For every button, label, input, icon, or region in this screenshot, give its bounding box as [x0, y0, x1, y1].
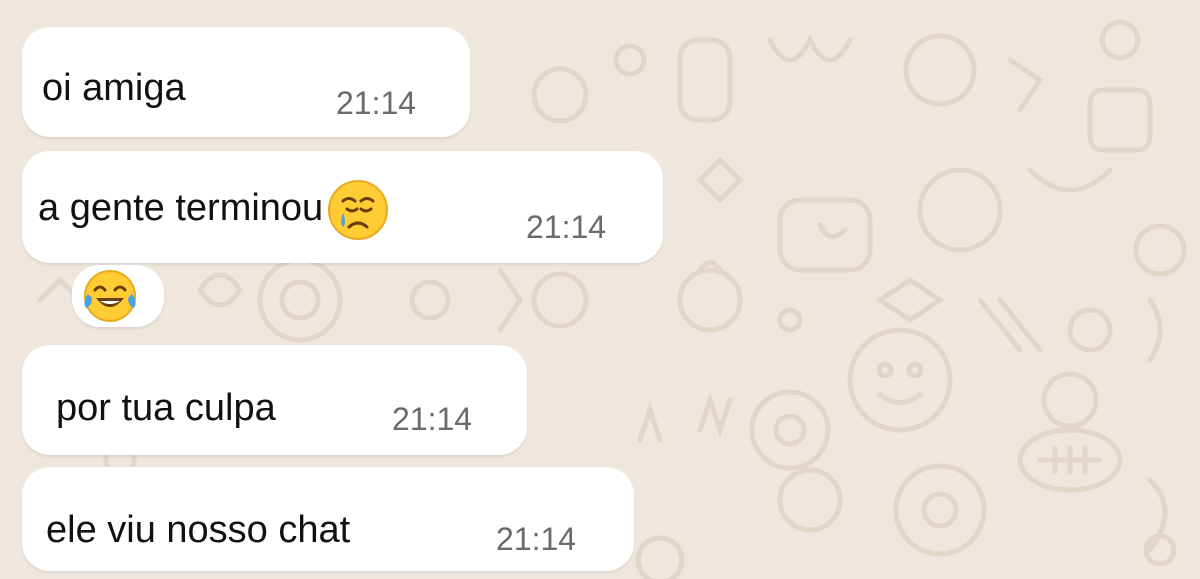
message-time: 21:14 — [336, 85, 417, 121]
message-text-content: a gente terminou — [38, 187, 324, 230]
message-time: 21:14 — [526, 209, 607, 245]
crying-face-icon — [327, 179, 389, 241]
message-text: a gente terminou — [38, 179, 389, 241]
message-text: por tua culpa — [56, 387, 276, 429]
message-text: ele viu nosso chat — [46, 509, 351, 551]
message-bubble[interactable]: a gente terminou 21:14 — [22, 151, 663, 263]
message-time: 21:14 — [392, 401, 473, 437]
message-bubble[interactable]: por tua culpa 21:14 — [22, 345, 527, 455]
tears-of-joy-icon — [82, 268, 138, 324]
chat-message-list[interactable]: oi amiga 21:14 a gente terminou 21:14 po… — [0, 0, 1200, 579]
message-time: 21:14 — [496, 521, 577, 557]
message-bubble[interactable] — [72, 265, 164, 327]
message-bubble[interactable]: oi amiga 21:14 — [22, 27, 470, 137]
message-bubble[interactable]: ele viu nosso chat 21:14 — [22, 467, 634, 571]
message-text: oi amiga — [42, 67, 186, 109]
